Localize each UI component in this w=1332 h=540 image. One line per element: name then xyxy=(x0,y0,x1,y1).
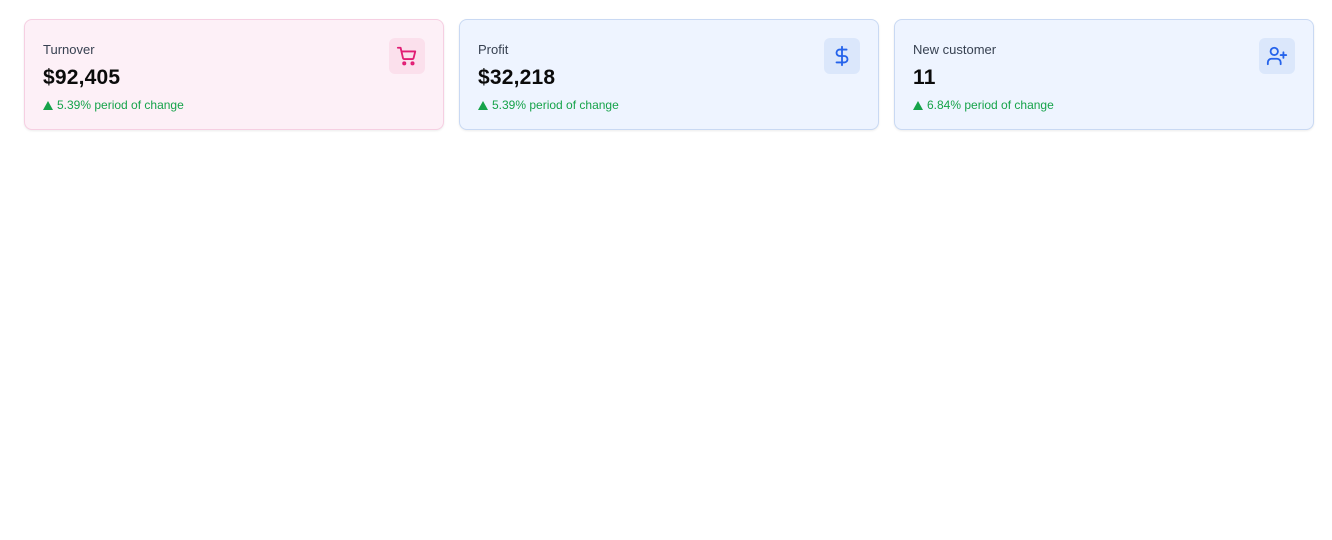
card-change: 5.39% period of change xyxy=(43,97,184,113)
trend-up-icon xyxy=(913,101,923,110)
card-change: 6.84% period of change xyxy=(913,97,1054,113)
card-title: Profit xyxy=(478,42,509,57)
user-plus-icon xyxy=(1259,38,1295,74)
card-value: $32,218 xyxy=(478,66,556,89)
shopping-cart-icon xyxy=(389,38,425,74)
card-value: $92,405 xyxy=(43,66,121,89)
stats-cards: Turnover $92,405 5.39% period of change … xyxy=(24,19,1314,130)
change-text: 6.84% period of change xyxy=(927,98,1054,112)
trend-up-icon xyxy=(43,101,53,110)
profit-card: Profit $32,218 5.39% period of change xyxy=(459,19,879,130)
dollar-icon xyxy=(824,38,860,74)
new-customer-card: New customer 11 6.84% period of change xyxy=(894,19,1314,130)
change-text: 5.39% period of change xyxy=(57,98,184,112)
trend-up-icon xyxy=(478,101,488,110)
card-title: Turnover xyxy=(43,42,95,57)
card-value: 11 xyxy=(913,66,936,89)
card-title: New customer xyxy=(913,42,997,57)
change-text: 5.39% period of change xyxy=(492,98,619,112)
card-change: 5.39% period of change xyxy=(478,97,619,113)
turnover-card: Turnover $92,405 5.39% period of change xyxy=(24,19,444,130)
